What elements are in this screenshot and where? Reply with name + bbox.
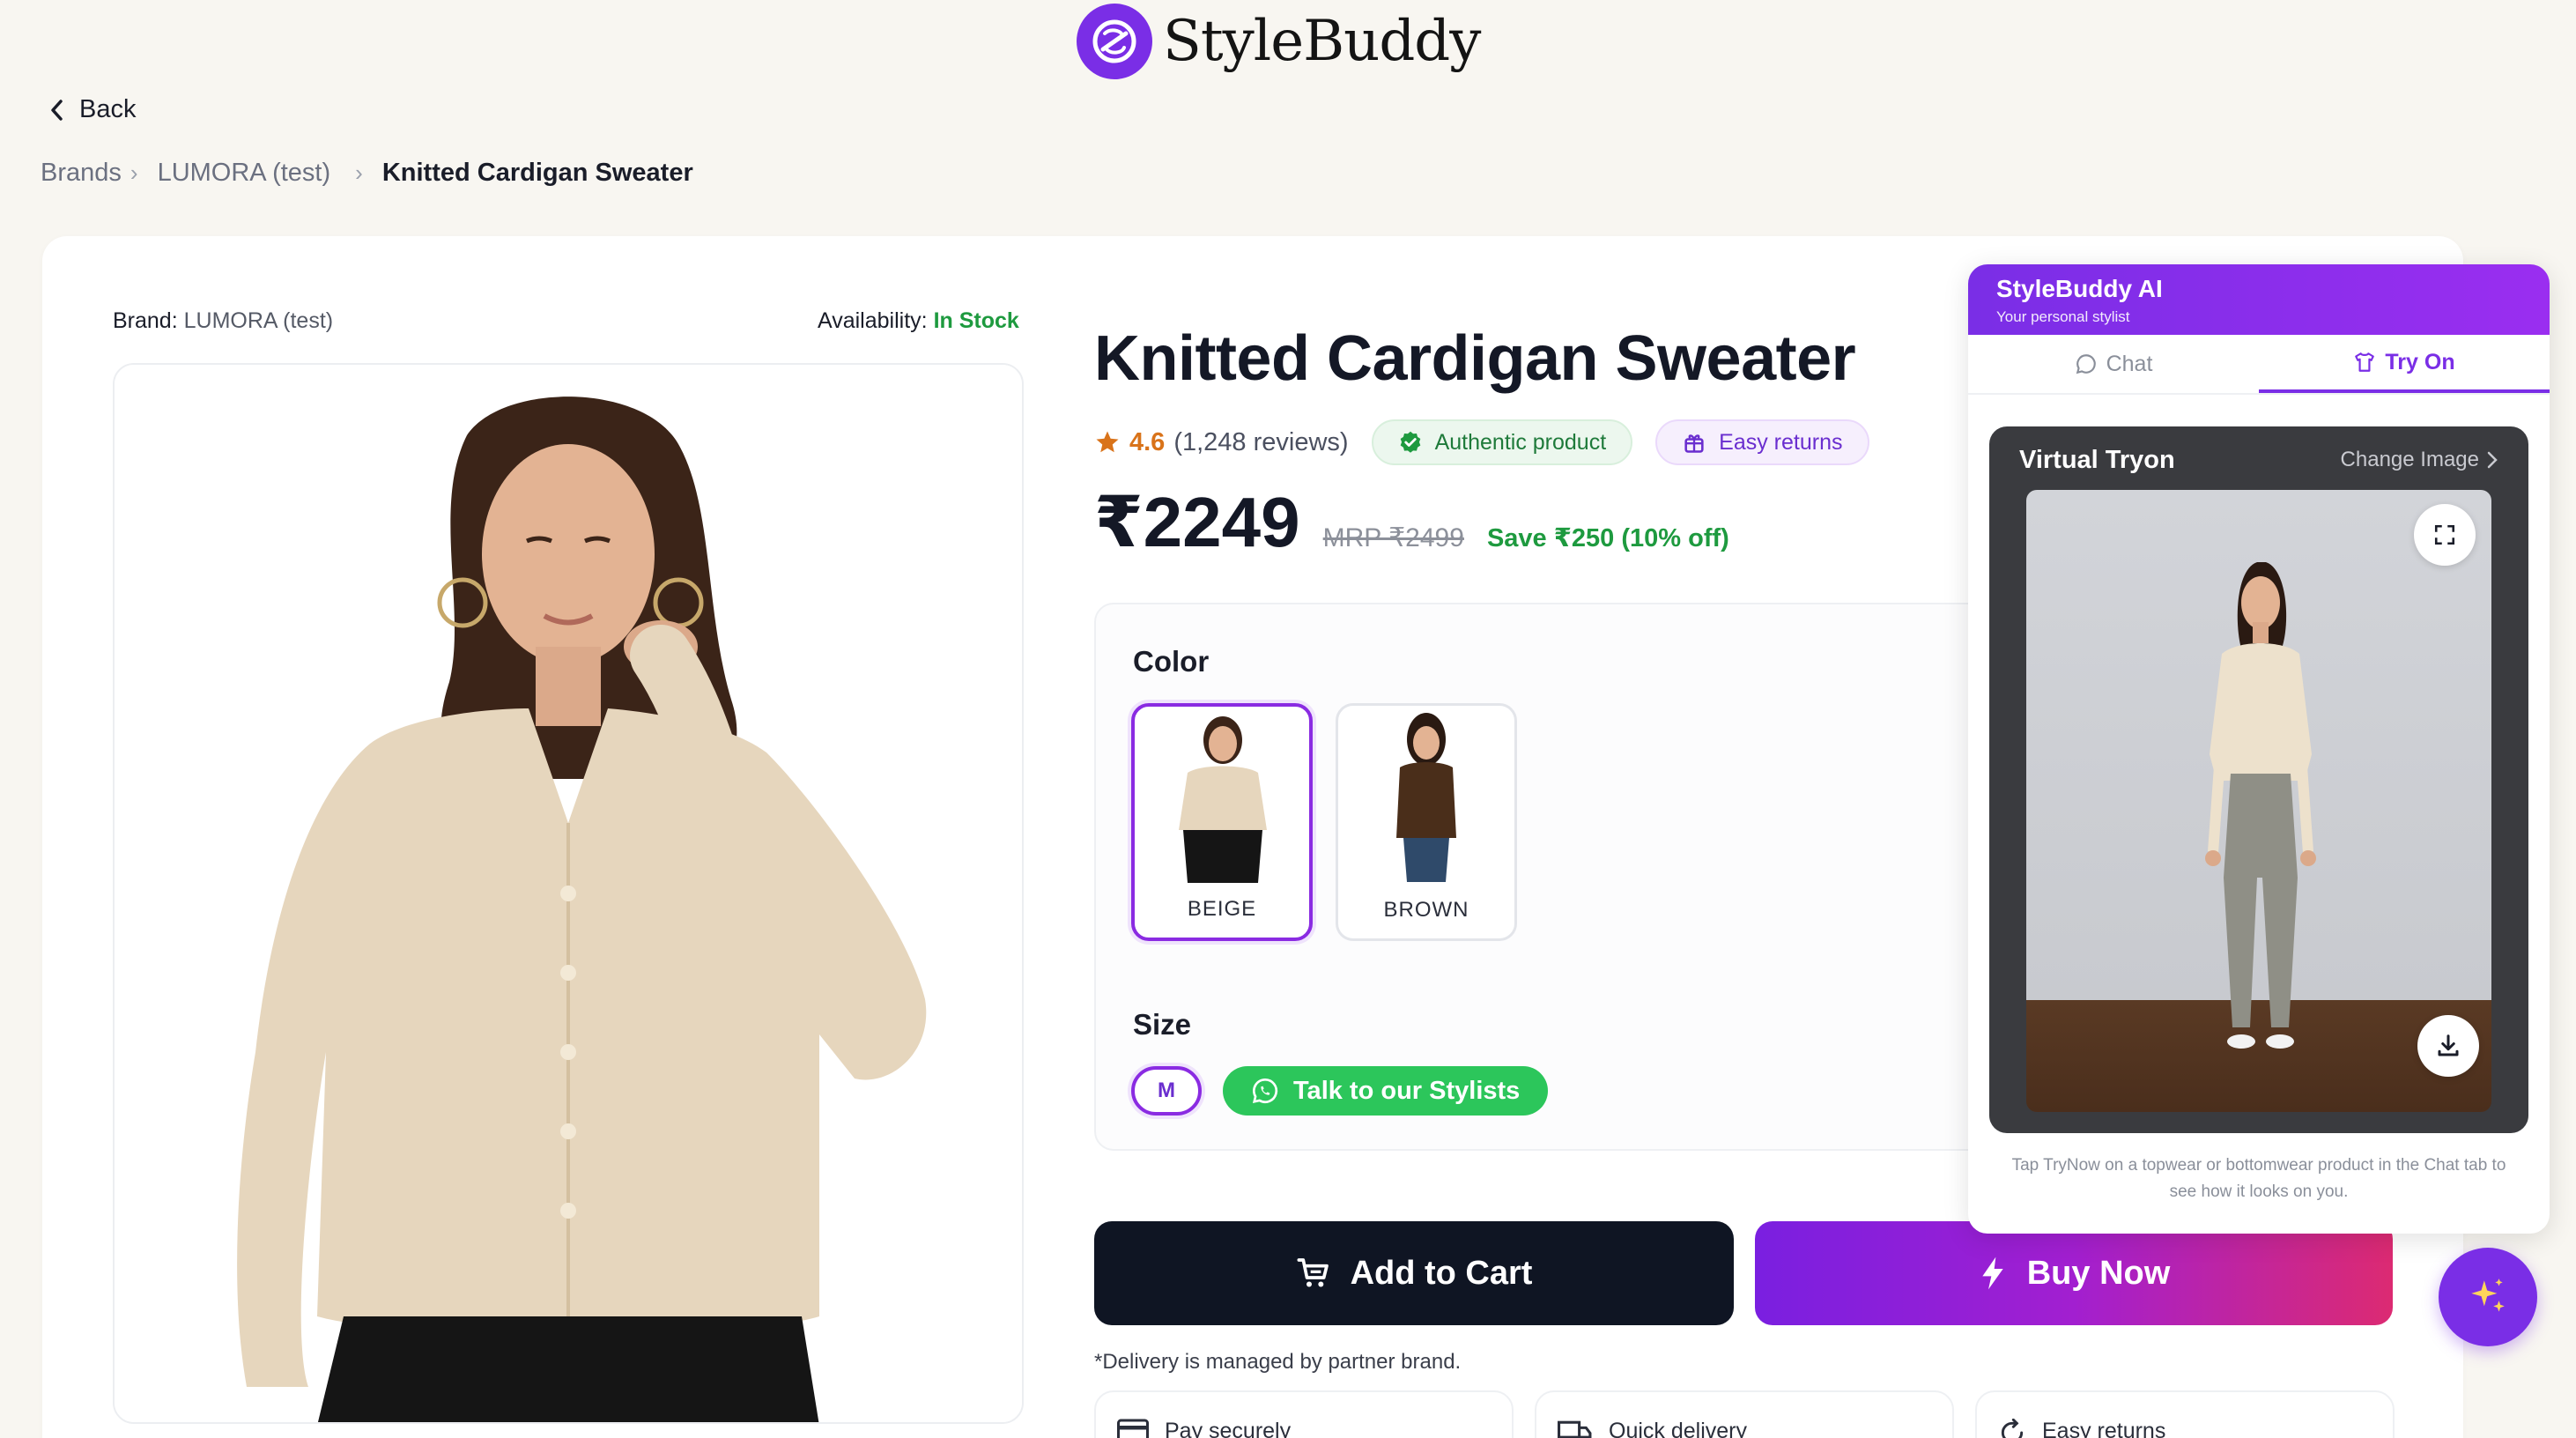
product-image[interactable] xyxy=(113,363,1024,1424)
rating-row: 4.6 (1,248 reviews) Authentic product Ea… xyxy=(1094,419,1869,465)
virtual-tryon-card: Virtual Tryon Change Image xyxy=(1989,426,2528,1133)
availability-line: Availability: In Stock xyxy=(818,308,1019,334)
returns-label: Easy returns xyxy=(1719,429,1843,455)
color-swatch-brown[interactable]: BROWN xyxy=(1336,703,1517,941)
stylist-label: Talk to our Stylists xyxy=(1293,1076,1521,1105)
beige-thumbnail xyxy=(1179,716,1267,883)
tab-try-on-label: Try On xyxy=(2385,349,2455,374)
gift-box-icon xyxy=(1684,434,1704,453)
rating: 4.6 (1,248 reviews) xyxy=(1094,428,1349,457)
breadcrumb-brand[interactable]: LUMORA (test) xyxy=(158,159,331,188)
authentic-badge: Authentic product xyxy=(1371,419,1633,465)
review-count[interactable]: (1,248 reviews) xyxy=(1173,428,1348,457)
availability-label: Availability: xyxy=(818,308,928,333)
tryon-hint: Tap TryNow on a topwear or bottomwear pr… xyxy=(2011,1156,2506,1201)
buy-now-label: Buy Now xyxy=(2026,1254,2171,1292)
app-name: StyleBuddy xyxy=(1163,9,1481,74)
star-icon xyxy=(1096,431,1119,453)
ai-panel-header: StyleBuddy AI Your personal stylist xyxy=(1968,264,2550,335)
size-option-m[interactable]: M xyxy=(1131,1066,1202,1116)
color-heading: Color xyxy=(1133,645,1210,678)
brand-label: Brand: xyxy=(113,308,178,333)
ai-assistant-fab[interactable] xyxy=(2439,1248,2537,1346)
mrp: MRP ₹2499 xyxy=(1322,523,1464,552)
availability-value: In Stock xyxy=(933,308,1019,333)
talk-to-stylists-button[interactable]: Talk to our Stylists xyxy=(1223,1066,1549,1116)
whatsapp-icon xyxy=(1252,1078,1278,1104)
change-image-link[interactable]: Change Image xyxy=(2341,448,2498,472)
breadcrumb-brands[interactable]: Brands xyxy=(41,159,122,188)
add-to-cart-label: Add to Cart xyxy=(1350,1254,1533,1292)
feature-easy-returns: Easy returns xyxy=(1975,1390,2395,1438)
chevron-right-icon: › xyxy=(355,159,363,186)
logo-mark-icon xyxy=(1077,4,1152,79)
chevron-right-icon: › xyxy=(130,159,138,186)
ai-panel-tabs: Chat Try On xyxy=(1968,335,2550,395)
brown-thumbnail xyxy=(1396,713,1456,882)
cart-icon xyxy=(1297,1258,1329,1287)
feature-label: Easy returns xyxy=(2042,1419,2166,1438)
savings: Save ₹250 (10% off) xyxy=(1486,524,1729,552)
shirt-icon xyxy=(2355,352,2375,372)
buy-now-button[interactable]: Buy Now xyxy=(1755,1221,2393,1325)
verified-check-icon xyxy=(1400,431,1420,453)
size-heading: Size xyxy=(1133,1008,1192,1041)
chat-bubble-icon xyxy=(2076,354,2096,374)
back-label: Back xyxy=(79,95,137,123)
change-image-label: Change Image xyxy=(2340,448,2479,471)
feature-label: Quick delivery xyxy=(1609,1419,1747,1438)
tryon-title: Virtual Tryon xyxy=(2019,446,2175,474)
color-name: BROWN xyxy=(1383,898,1469,922)
sparkles-icon xyxy=(2471,1279,2505,1312)
chevron-left-icon xyxy=(51,99,63,121)
fullscreen-button[interactable] xyxy=(2414,504,2476,566)
truck-icon xyxy=(1558,1420,1592,1438)
tab-chat[interactable]: Chat xyxy=(1968,335,2259,393)
feature-quick-delivery: Quick delivery xyxy=(1535,1390,1954,1438)
price: ₹2249 xyxy=(1094,483,1300,561)
brand-value: LUMORA (test) xyxy=(183,308,334,333)
tab-chat-label: Chat xyxy=(2106,351,2153,376)
color-name: BEIGE xyxy=(1187,897,1257,921)
feature-pay-securely: Pay securely xyxy=(1094,1390,1514,1438)
add-to-cart-button[interactable]: Add to Cart xyxy=(1094,1221,1734,1325)
breadcrumb: Brands › LUMORA (test) › Knitted Cardiga… xyxy=(41,159,693,188)
chevron-right-icon xyxy=(2487,451,2498,469)
feature-label: Pay securely xyxy=(1165,1419,1292,1438)
download-icon xyxy=(2438,1034,2459,1056)
app-logo[interactable]: StyleBuddy xyxy=(1077,4,1481,79)
returns-badge: Easy returns xyxy=(1655,419,1869,465)
lightning-icon xyxy=(1982,1256,2003,1290)
options-panel: Color BEIGE BROWN Size M Talk to our Sty… xyxy=(1094,603,2019,1151)
model-photo xyxy=(115,365,1022,1422)
expand-icon xyxy=(2434,524,2455,545)
tryon-model xyxy=(2205,562,2316,1049)
tab-try-on[interactable]: Try On xyxy=(2259,335,2550,393)
delivery-note: *Delivery is managed by partner brand. xyxy=(1094,1350,1462,1374)
rating-value: 4.6 xyxy=(1129,427,1166,456)
card-icon xyxy=(1117,1419,1149,1438)
product-title: Knitted Cardigan Sweater xyxy=(1094,323,1856,394)
return-icon xyxy=(2001,1419,2024,1438)
price-row: ₹2249 MRP ₹2499 Save ₹250 (10% off) xyxy=(1094,481,1729,563)
brand-line: Brand: LUMORA (test) xyxy=(113,308,333,334)
breadcrumb-current: Knitted Cardigan Sweater xyxy=(381,159,693,187)
back-button[interactable]: Back xyxy=(49,95,136,124)
authentic-label: Authentic product xyxy=(1434,429,1607,455)
color-swatch-beige[interactable]: BEIGE xyxy=(1131,703,1313,941)
tryon-image xyxy=(2026,490,2491,1112)
ai-panel-subtitle: Your personal stylist xyxy=(1996,308,2130,325)
download-button[interactable] xyxy=(2417,1015,2479,1077)
ai-panel-title: StyleBuddy AI xyxy=(1996,275,2163,302)
stylebuddy-ai-panel: StyleBuddy AI Your personal stylist Chat… xyxy=(1968,264,2550,1234)
